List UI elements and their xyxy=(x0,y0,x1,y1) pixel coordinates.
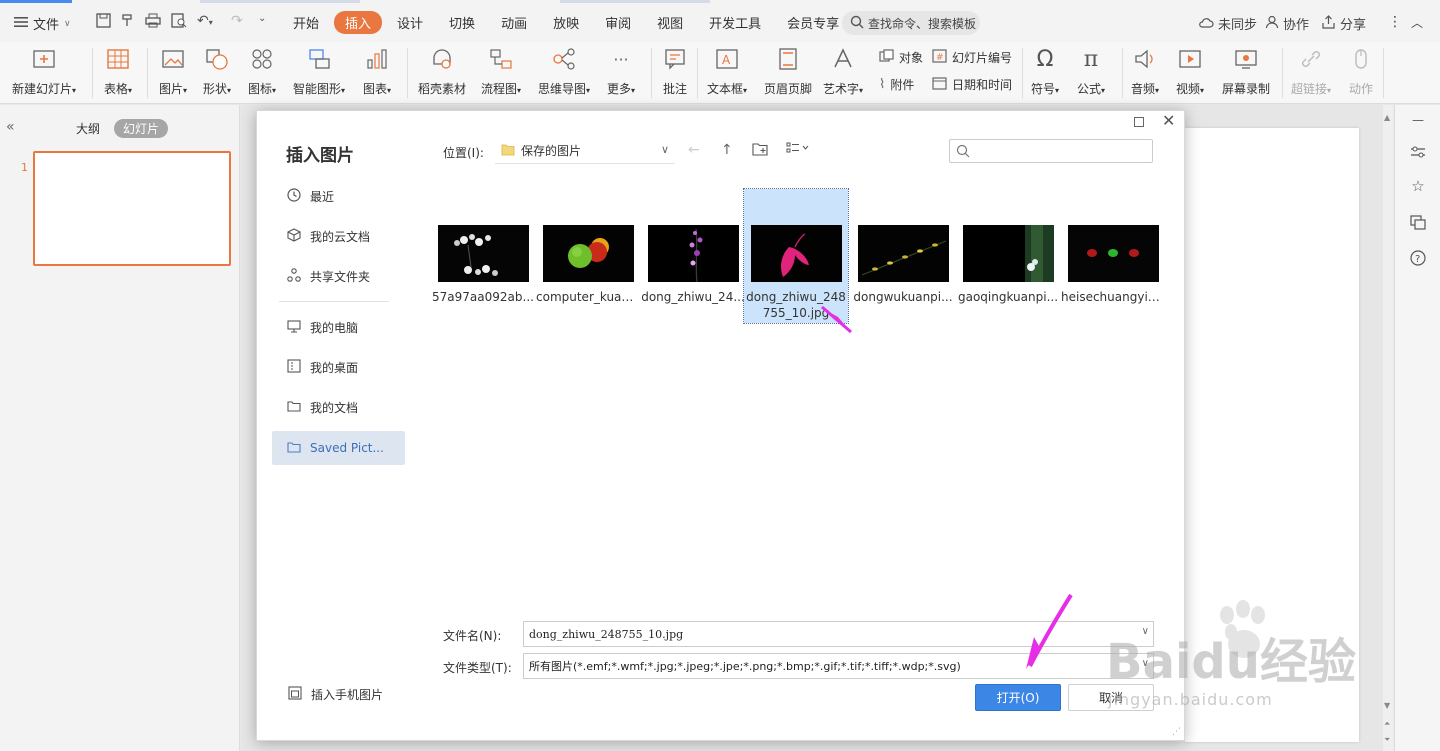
watermark-logo-text: Baidu经验 xyxy=(1106,634,1356,690)
watermark-url: jingyan.baidu.com xyxy=(1108,690,1273,709)
annotation-arrow-file-shaft xyxy=(821,305,852,334)
annotation-arrow-open-shaft xyxy=(1028,593,1073,667)
